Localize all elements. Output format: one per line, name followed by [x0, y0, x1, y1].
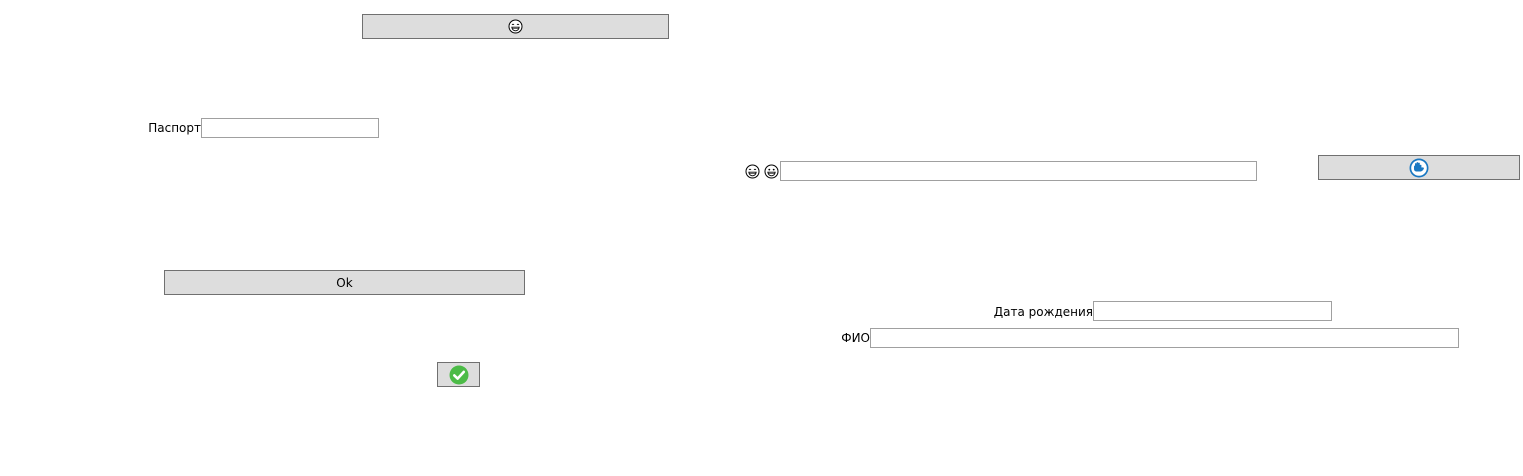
full-name-label: ФИО — [841, 331, 870, 345]
grinning-face-emoji-icon — [508, 19, 523, 34]
confirm-button[interactable] — [437, 362, 480, 387]
green-checkmark-icon — [449, 365, 469, 385]
passport-label: Паспорт — [148, 121, 201, 135]
grinning-face-emoji-icon — [745, 164, 760, 179]
birth-date-field[interactable] — [1093, 301, 1332, 321]
emoji-row-input[interactable] — [780, 161, 1257, 181]
blue-hand-icon — [1409, 158, 1429, 178]
top-emoji-button[interactable] — [362, 14, 669, 39]
blue-icon-button[interactable] — [1318, 155, 1520, 180]
passport-field[interactable] — [201, 118, 379, 138]
birth-date-label: Дата рождения — [993, 305, 1093, 319]
grinning-face-emoji-icon — [764, 164, 779, 179]
ok-button[interactable]: Ok — [164, 270, 525, 295]
full-name-field[interactable] — [870, 328, 1459, 348]
ok-button-label: Ok — [336, 275, 353, 290]
